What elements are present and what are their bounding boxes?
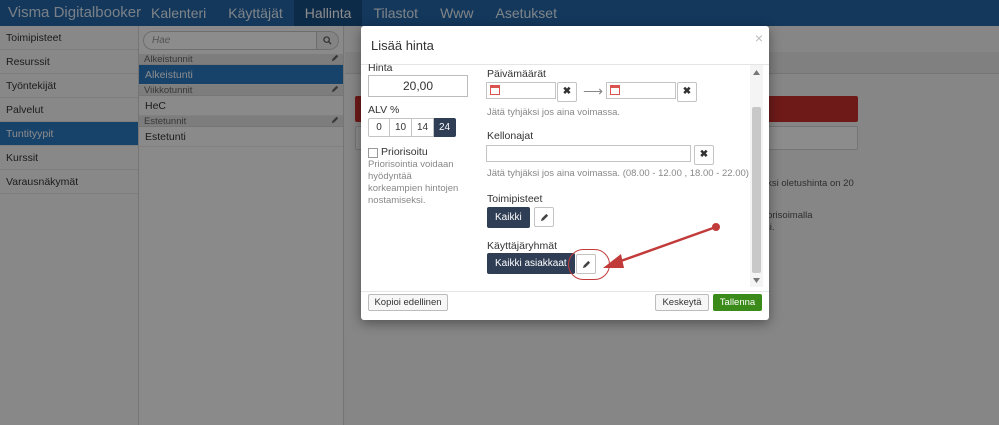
usergroups-label: Käyttäjäryhmät bbox=[487, 240, 558, 252]
times-label: Kellonajat bbox=[487, 130, 534, 142]
pencil-icon bbox=[540, 213, 548, 221]
arrow-right-icon: ⟶ bbox=[583, 83, 604, 99]
start-date-input[interactable] bbox=[486, 82, 556, 99]
divider bbox=[361, 291, 769, 292]
prioritize-checkbox[interactable] bbox=[368, 148, 378, 158]
locations-value-button[interactable]: Kaikki bbox=[487, 207, 530, 228]
calendar-icon bbox=[610, 85, 620, 95]
scroll-down-icon[interactable] bbox=[750, 274, 763, 286]
vat-option-10[interactable]: 10 bbox=[390, 118, 412, 137]
clear-start-date-button[interactable]: ✖ bbox=[557, 82, 577, 102]
times-hint: Jätä tyhjäksi jos aina voimassa. (08.00 … bbox=[487, 168, 749, 179]
dates-hint: Jätä tyhjäksi jos aina voimassa. bbox=[487, 107, 621, 118]
usergroups-value-button[interactable]: Kaikki asiakkaat bbox=[487, 253, 575, 274]
locations-label: Toimipisteet bbox=[487, 193, 543, 205]
price-input[interactable]: 20,00 bbox=[368, 75, 468, 97]
prioritize-label: Priorisoitu bbox=[381, 146, 428, 158]
scroll-up-icon[interactable] bbox=[750, 66, 763, 78]
add-price-dialog: Lisää hinta × Hinta 20,00 ALV % 0 10 14 … bbox=[361, 26, 769, 320]
price-label: Hinta bbox=[368, 62, 393, 74]
prioritize-description: Priorisointia voidaan hyödyntää korkeamp… bbox=[368, 159, 459, 206]
dialog-scrollbar[interactable] bbox=[750, 65, 763, 287]
vat-option-14[interactable]: 14 bbox=[412, 118, 434, 137]
scroll-thumb[interactable] bbox=[752, 107, 761, 273]
times-input[interactable] bbox=[486, 145, 691, 162]
dialog-title: Lisää hinta bbox=[371, 38, 434, 53]
cancel-button[interactable]: Keskeytä bbox=[655, 294, 709, 311]
save-button[interactable]: Tallenna bbox=[713, 294, 762, 311]
calendar-icon bbox=[490, 85, 500, 95]
copy-previous-button[interactable]: Kopioi edellinen bbox=[368, 294, 448, 311]
vat-option-24[interactable]: 24 bbox=[434, 118, 456, 137]
divider bbox=[361, 64, 769, 65]
end-date-input[interactable] bbox=[606, 82, 676, 99]
vat-selector: 0 10 14 24 bbox=[368, 118, 456, 137]
clear-times-button[interactable]: ✖ bbox=[694, 145, 714, 165]
clear-end-date-button[interactable]: ✖ bbox=[677, 82, 697, 102]
dates-label: Päivämäärät bbox=[487, 68, 546, 80]
vat-option-0[interactable]: 0 bbox=[368, 118, 390, 137]
edit-locations-button[interactable] bbox=[534, 207, 554, 227]
vat-label: ALV % bbox=[368, 104, 400, 116]
annotation-highlight bbox=[568, 249, 610, 280]
close-icon[interactable]: × bbox=[755, 30, 763, 46]
